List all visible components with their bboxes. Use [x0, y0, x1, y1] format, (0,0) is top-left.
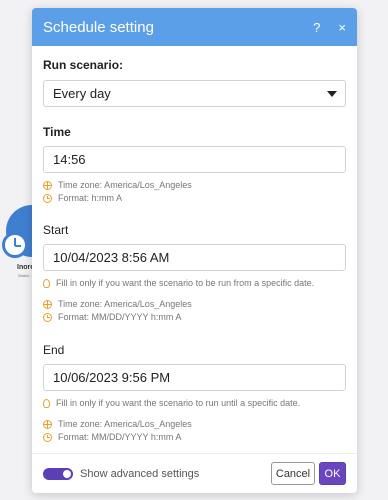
ok-button[interactable]: OK — [319, 462, 346, 485]
clock-icon — [43, 312, 52, 322]
caret-down-icon — [327, 91, 337, 97]
time-format-hint: Format: h:mm A — [43, 193, 122, 203]
start-input[interactable]: 10/04/2023 8:56 AM — [43, 244, 346, 271]
start-hint: Fill in only if you want the scenario to… — [43, 278, 314, 288]
time-value: 14:56 — [53, 152, 86, 167]
background-module-sublabel: Watch... — [18, 273, 33, 278]
start-value: 10/04/2023 8:56 AM — [53, 250, 170, 265]
time-format-text: Format: h:mm A — [58, 193, 123, 203]
lightbulb-icon — [43, 278, 50, 288]
globe-icon — [43, 299, 52, 309]
end-label: End — [43, 343, 65, 357]
dialog-title: Schedule setting — [43, 18, 154, 36]
start-timezone-hint: Time zone: America/Los_Angeles — [43, 299, 192, 309]
clock-icon — [2, 232, 28, 258]
cancel-button[interactable]: Cancel — [271, 462, 315, 485]
toggle-knob — [63, 469, 71, 478]
end-format-hint: Format: MM/DD/YYYY h:mm A — [43, 432, 181, 442]
time-input[interactable]: 14:56 — [43, 146, 346, 173]
start-label: Start — [43, 223, 69, 237]
end-input[interactable]: 10/06/2023 9:56 PM — [43, 364, 346, 391]
start-timezone-text: Time zone: America/Los_Angeles — [58, 299, 192, 309]
schedule-setting-dialog: Schedule setting ? × Run scenario: Every… — [32, 8, 357, 493]
end-timezone-hint: Time zone: America/Los_Angeles — [43, 419, 192, 429]
time-timezone-hint: Time zone: America/Los_Angeles — [43, 180, 192, 190]
advanced-settings-toggle[interactable] — [43, 467, 73, 480]
time-timezone-text: Time zone: America/Los_Angeles — [58, 180, 192, 190]
lightbulb-icon — [43, 398, 50, 408]
dialog-header: Schedule setting ? × — [32, 8, 357, 46]
start-format-hint: Format: MM/DD/YYYY h:mm A — [43, 312, 181, 322]
dialog-footer: Show advanced settings Cancel OK — [32, 453, 357, 493]
clock-icon — [43, 432, 52, 442]
run-scenario-label: Run scenario: — [43, 58, 124, 72]
close-icon[interactable]: × — [338, 20, 346, 35]
clock-icon — [43, 193, 52, 203]
globe-icon — [43, 419, 52, 429]
help-icon[interactable]: ? — [313, 20, 320, 35]
end-hint: Fill in only if you want the scenario to… — [43, 398, 300, 408]
end-value: 10/06/2023 9:56 PM — [53, 370, 171, 385]
advanced-settings-label: Show advanced settings — [80, 467, 200, 480]
end-timezone-text: Time zone: America/Los_Angeles — [58, 419, 192, 429]
time-label: Time — [43, 125, 71, 139]
start-format-text: Format: MM/DD/YYYY h:mm A — [58, 312, 182, 322]
run-scenario-select[interactable]: Every day — [43, 80, 346, 107]
start-hint-text: Fill in only if you want the scenario to… — [56, 278, 315, 288]
end-hint-text: Fill in only if you want the scenario to… — [56, 398, 301, 408]
end-format-text: Format: MM/DD/YYYY h:mm A — [58, 432, 182, 442]
globe-icon — [43, 180, 52, 190]
run-scenario-value: Every day — [53, 86, 111, 101]
